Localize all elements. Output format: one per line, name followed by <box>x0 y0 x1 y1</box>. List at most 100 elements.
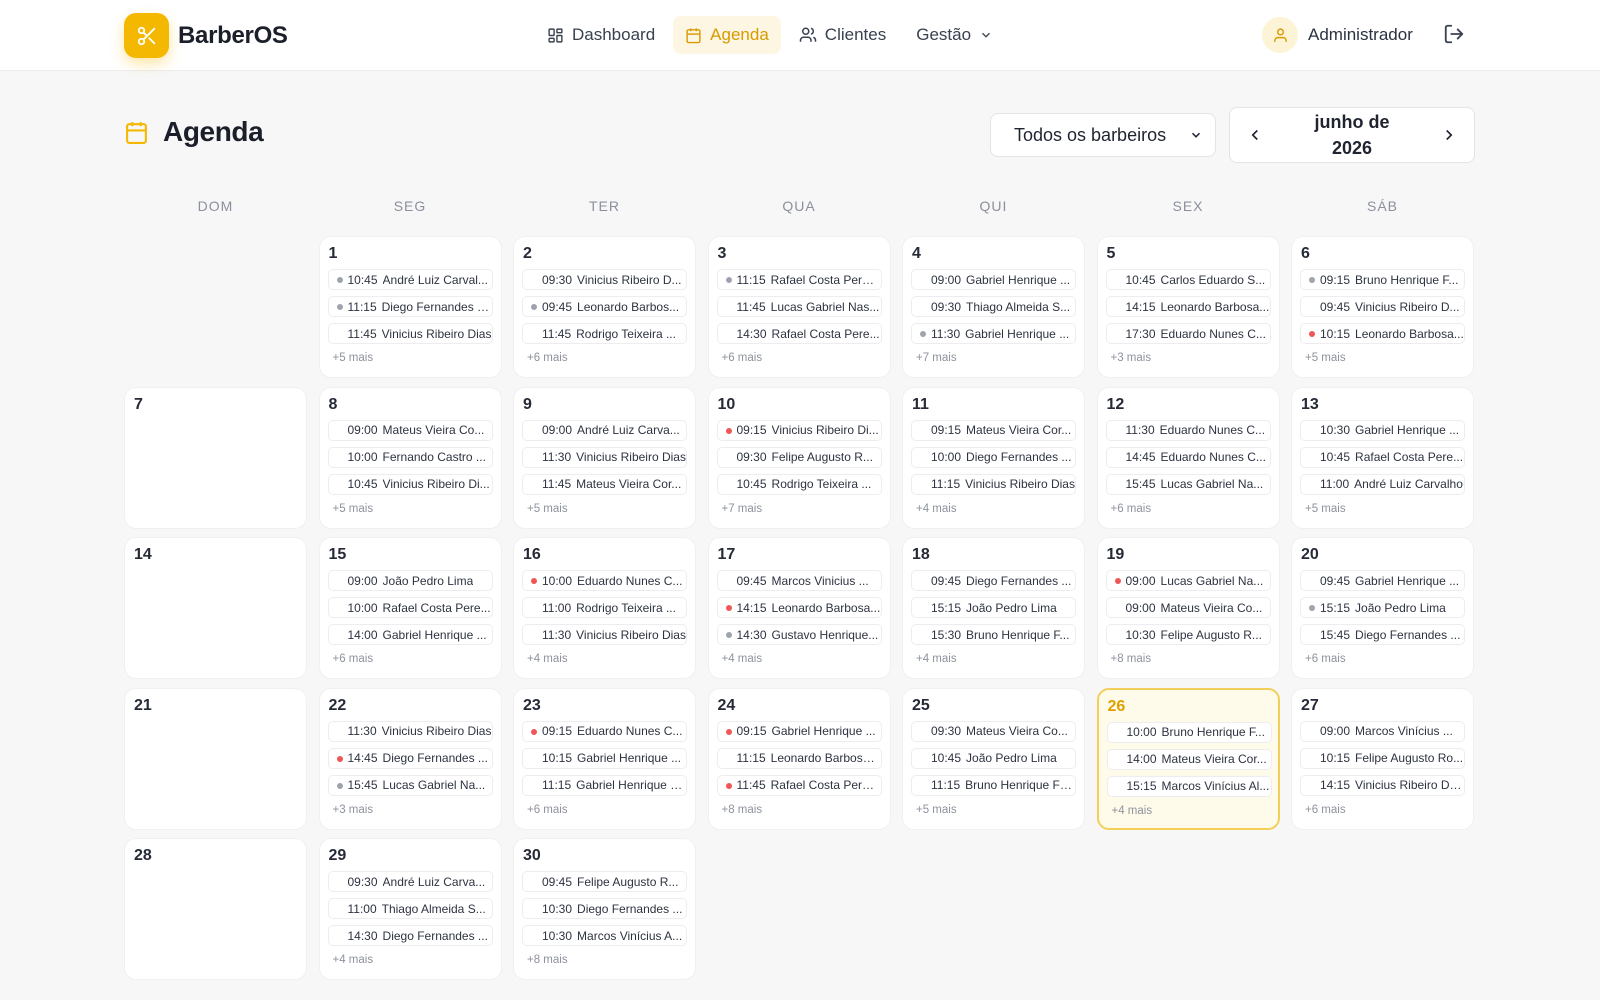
appointment-chip[interactable]: 15:15 João Pedro Lima <box>911 597 1076 618</box>
more-appointments-link[interactable]: +6 mais <box>722 352 763 364</box>
appointment-chip[interactable]: 09:30 Vinicius Ribeiro D... <box>522 269 687 290</box>
more-appointments-link[interactable]: +4 mais <box>333 954 374 966</box>
day-cell[interactable]: 3 11:15 Rafael Costa Pereira 11:45 Lucas Gab… <box>707 236 891 378</box>
appointment-chip[interactable]: 09:45 Vinicius Ribeiro D... <box>1300 296 1465 317</box>
appointment-chip[interactable]: 09:00 João Pedro Lima <box>327 570 493 591</box>
appointment-chip[interactable]: 09:45 Diego Fernandes ... <box>911 570 1076 591</box>
appointment-chip[interactable]: 11:00 Rodrigo Teixeira ... <box>522 597 687 618</box>
logout-icon[interactable] <box>1443 23 1467 47</box>
appointment-chip[interactable]: 10:45 Rafael Costa Pere... <box>1300 446 1465 468</box>
day-cell[interactable]: 23 09:15 Eduardo Nunes C... 10:15 Gabriel He… <box>513 687 696 830</box>
appointment-chip[interactable]: 09:15 Gabriel Henrique ... <box>716 720 882 742</box>
appointment-chip[interactable]: 10:15 Felipe Augusto Ro... <box>1300 747 1465 769</box>
appointment-chip[interactable]: 11:30 Vinicius Ribeiro Dias <box>522 624 687 645</box>
nav-dashboard[interactable]: Dashboard <box>535 16 667 54</box>
more-appointments-link[interactable]: +8 mais <box>527 954 568 966</box>
nav-gestao-dropdown[interactable]: Gestão <box>904 16 1005 54</box>
appointment-chip[interactable]: 10:15 Gabriel Henrique ... <box>522 747 687 769</box>
appointment-chip[interactable]: 14:15 Leonardo Barbosa... <box>1105 296 1271 317</box>
appointment-chip[interactable]: 10:00 Fernando Castro ... <box>327 446 493 468</box>
appointment-chip[interactable]: 14:15 Leonardo Barbosa... <box>716 597 882 618</box>
appointment-chip[interactable]: 09:00 Gabriel Henrique ... <box>911 269 1076 290</box>
appointment-chip[interactable]: 10:45 Carlos Eduardo S... <box>1105 269 1271 290</box>
appointment-chip[interactable]: 11:15 Rafael Costa Pereira <box>716 269 882 290</box>
more-appointments-link[interactable]: +5 mais <box>1305 352 1346 364</box>
appointment-chip[interactable]: 11:15 Diego Fernandes S... <box>327 296 493 317</box>
nav-clientes[interactable]: Clientes <box>787 16 898 54</box>
appointment-chip[interactable]: 09:00 André Luiz Carva... <box>522 419 687 441</box>
more-appointments-link[interactable]: +8 mais <box>722 804 763 816</box>
appointment-chip[interactable]: 15:45 Lucas Gabriel Na... <box>327 774 493 796</box>
appointment-chip[interactable]: 09:30 André Luiz Carva... <box>327 871 493 892</box>
appointment-chip[interactable]: 11:15 Vinicius Ribeiro Dias <box>911 473 1076 495</box>
appointment-chip[interactable]: 11:00 Thiago Almeida S... <box>327 898 493 919</box>
appointment-chip[interactable]: 10:30 Gabriel Henrique ... <box>1300 419 1465 441</box>
more-appointments-link[interactable]: +4 mais <box>722 653 763 665</box>
appointment-chip[interactable]: 10:15 Leonardo Barbosa... <box>1300 323 1465 344</box>
appointment-chip[interactable]: 11:15 Gabriel Henrique P... <box>522 774 687 796</box>
user-menu[interactable]: Administrador <box>1262 17 1413 53</box>
appointment-chip[interactable]: 11:30 Gabriel Henrique ... <box>911 323 1076 344</box>
more-appointments-link[interactable]: +6 mais <box>527 352 568 364</box>
appointment-chip[interactable]: 14:00 Gabriel Henrique ... <box>327 624 493 645</box>
day-cell[interactable]: 15 09:00 João Pedro Lima 10:00 Rafael Costa … <box>318 537 502 679</box>
appointment-chip[interactable]: 11:30 Vinicius Ribeiro Dias <box>522 446 687 468</box>
appointment-chip[interactable]: 10:45 Rodrigo Teixeira ... <box>716 473 882 495</box>
more-appointments-link[interactable]: +5 mais <box>527 503 568 515</box>
day-cell[interactable]: 22 11:30 Vinicius Ribeiro Dias 14:45 Diego F… <box>318 687 502 830</box>
appointment-chip[interactable]: 10:00 Bruno Henrique F... <box>1106 721 1272 743</box>
day-cell[interactable]: 4 09:00 Gabriel Henrique ... 09:30 Thiago Al… <box>902 236 1085 378</box>
day-cell[interactable]: 2 09:30 Vinicius Ribeiro D... 09:45 Leonardo… <box>513 236 696 378</box>
appointment-chip[interactable]: 09:45 Leonardo Barbos... <box>522 296 687 317</box>
day-cell[interactable]: 11 09:15 Mateus Vieira Cor... 10:00 Diego Fe… <box>902 386 1085 529</box>
day-cell[interactable]: 10 09:15 Vinicius Ribeiro Di... 09:30 Felipe… <box>707 386 891 529</box>
appointment-chip[interactable]: 10:00 Rafael Costa Pere... <box>327 597 493 618</box>
day-cell[interactable]: 25 09:30 Mateus Vieira Co... 10:45 João Pedr… <box>902 687 1085 830</box>
appointment-chip[interactable]: 15:45 Lucas Gabriel Na... <box>1105 473 1271 495</box>
appointment-chip[interactable]: 09:45 Marcos Vinicius ... <box>716 570 882 591</box>
appointment-chip[interactable]: 09:15 Eduardo Nunes C... <box>522 720 687 742</box>
appointment-chip[interactable]: 10:30 Marcos Vinícius A... <box>522 925 687 946</box>
day-cell[interactable]: 8 09:00 Mateus Vieira Co... 10:00 Fernando C… <box>318 386 502 529</box>
appointment-chip[interactable]: 11:45 Vinicius Ribeiro Dias <box>327 323 493 344</box>
more-appointments-link[interactable]: +4 mais <box>916 503 957 515</box>
appointment-chip[interactable]: 14:00 Mateus Vieira Cor... <box>1106 748 1272 770</box>
appointment-chip[interactable]: 15:15 João Pedro Lima <box>1300 597 1465 618</box>
appointment-chip[interactable]: 14:45 Diego Fernandes ... <box>327 747 493 769</box>
appointment-chip[interactable]: 09:45 Gabriel Henrique ... <box>1300 570 1465 591</box>
appointment-chip[interactable]: 09:45 Felipe Augusto R... <box>522 871 687 892</box>
day-cell[interactable]: 20 09:45 Gabriel Henrique ... 15:15 João Ped… <box>1291 537 1474 679</box>
day-cell[interactable]: 9 09:00 André Luiz Carva... 11:30 Vinicius R… <box>513 386 696 529</box>
day-cell[interactable]: 12 11:30 Eduardo Nunes C... 14:45 Eduardo Nu… <box>1096 386 1280 529</box>
appointment-chip[interactable]: 09:15 Vinicius Ribeiro Di... <box>716 419 882 441</box>
day-cell[interactable]: 27 09:00 Marcos Vinícius ... 10:15 Felipe Au… <box>1291 687 1474 830</box>
appointment-chip[interactable]: 14:30 Diego Fernandes ... <box>327 925 493 946</box>
brand[interactable]: BarberOS <box>124 13 288 58</box>
appointment-chip[interactable]: 10:00 Eduardo Nunes C... <box>522 570 687 591</box>
day-cell[interactable]: 13 10:30 Gabriel Henrique ... 10:45 Rafael C… <box>1291 386 1474 529</box>
more-appointments-link[interactable]: +5 mais <box>333 352 374 364</box>
day-cell[interactable]: 26 10:00 Bruno Henrique F... 14:00 Mateus Vi… <box>1096 687 1280 830</box>
appointment-chip[interactable]: 09:15 Mateus Vieira Cor... <box>911 419 1076 441</box>
day-cell[interactable]: 17 09:45 Marcos Vinicius ... 14:15 Leonardo … <box>707 537 891 679</box>
appointment-chip[interactable]: 10:00 Diego Fernandes ... <box>911 446 1076 468</box>
day-cell[interactable]: 21 <box>124 687 307 830</box>
day-cell[interactable]: 7 <box>124 386 307 529</box>
appointment-chip[interactable]: 15:15 Marcos Vinícius Al... <box>1106 775 1272 797</box>
more-appointments-link[interactable]: +4 mais <box>1112 805 1153 817</box>
appointment-chip[interactable]: 11:15 Bruno Henrique Fe... <box>911 774 1076 796</box>
appointment-chip[interactable]: 14:30 Gustavo Henrique... <box>716 624 882 645</box>
day-cell[interactable]: 6 09:15 Bruno Henrique F... 09:45 Vinicius R… <box>1291 236 1474 378</box>
more-appointments-link[interactable]: +3 mais <box>1111 352 1152 364</box>
more-appointments-link[interactable]: +5 mais <box>333 503 374 515</box>
day-cell[interactable]: 14 <box>124 537 307 679</box>
more-appointments-link[interactable]: +6 mais <box>527 804 568 816</box>
more-appointments-link[interactable]: +6 mais <box>1305 653 1346 665</box>
previous-month-button[interactable] <box>1244 124 1266 146</box>
day-cell[interactable]: 30 09:45 Felipe Augusto R... 10:30 Diego Fer… <box>513 838 696 980</box>
more-appointments-link[interactable]: +4 mais <box>916 653 957 665</box>
appointment-chip[interactable]: 09:30 Mateus Vieira Co... <box>911 720 1076 742</box>
day-cell[interactable]: 24 09:15 Gabriel Henrique ... 11:15 Leonardo… <box>707 687 891 830</box>
appointment-chip[interactable]: 09:30 Felipe Augusto R... <box>716 446 882 468</box>
more-appointments-link[interactable]: +6 mais <box>1111 503 1152 515</box>
